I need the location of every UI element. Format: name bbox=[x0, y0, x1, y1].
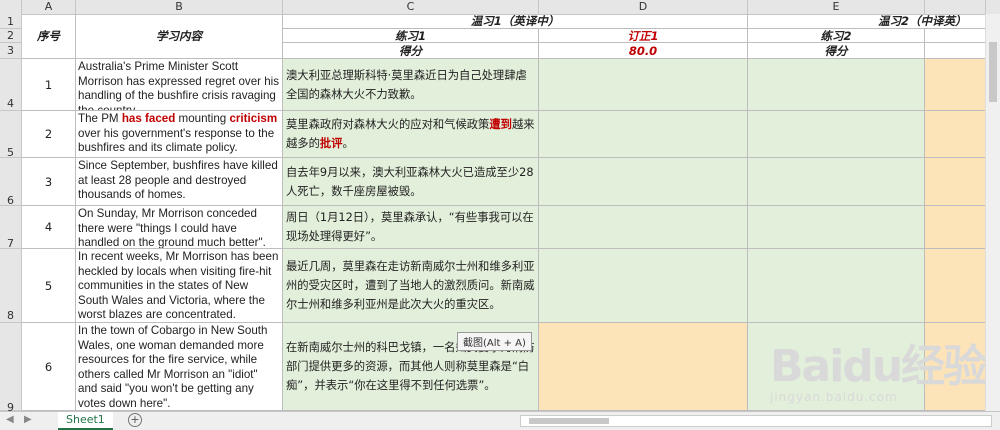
row-header-2[interactable]: 2 bbox=[0, 29, 22, 43]
english-sentence[interactable]: Since September, bushfires have killed a… bbox=[76, 158, 283, 206]
vertical-scrollbar[interactable] bbox=[985, 14, 1000, 411]
practice2-cell[interactable] bbox=[748, 206, 925, 249]
seq-cell[interactable]: 4 bbox=[22, 206, 76, 249]
score1-label[interactable]: 得分 bbox=[283, 43, 539, 59]
horizontal-scrollbar[interactable] bbox=[520, 415, 992, 427]
spreadsheet-grid: A B C D E 1 2 3 4 5 6 7 8 9 序号 学习内容 温习1（… bbox=[0, 0, 1000, 411]
practice1-header[interactable]: 练习1 bbox=[283, 29, 539, 43]
scroll-tabs-right-icon[interactable]: ▶ bbox=[24, 414, 32, 425]
correction-cell[interactable] bbox=[539, 323, 748, 411]
chinese-translation[interactable]: 澳大利亚总理斯科特·莫里森近日为自己处理肆虐全国的森林大火不力致歉。 bbox=[283, 59, 539, 111]
col-header-e[interactable]: E bbox=[748, 0, 925, 14]
row-header-7[interactable]: 7 bbox=[0, 206, 22, 250]
seq-cell[interactable]: 6 bbox=[22, 323, 76, 411]
add-sheet-icon[interactable]: + bbox=[128, 413, 142, 427]
practice2-header[interactable]: 练习2 bbox=[748, 29, 925, 43]
practice2-cell[interactable] bbox=[748, 111, 925, 158]
col-header-b[interactable]: B bbox=[76, 0, 283, 14]
col-header-c[interactable]: C bbox=[283, 0, 539, 14]
seq-cell[interactable]: 2 bbox=[22, 111, 76, 158]
scroll-thumb[interactable] bbox=[989, 42, 997, 102]
correction1-header[interactable]: 订正1 bbox=[539, 29, 748, 43]
chinese-translation[interactable]: 自去年9月以来，澳大利亚森林大火已造成至少28人死亡，数千座房屋被毁。 bbox=[283, 158, 539, 206]
practice2-cell[interactable] bbox=[748, 249, 925, 323]
correction-cell[interactable] bbox=[539, 206, 748, 249]
scroll-tabs-left-icon[interactable]: ◀ bbox=[6, 414, 14, 425]
scroll-thumb[interactable] bbox=[529, 418, 609, 424]
text-run: over his government's response to the bu… bbox=[78, 126, 275, 155]
seq-cell[interactable]: 3 bbox=[22, 158, 76, 206]
row-header-8[interactable]: 8 bbox=[0, 249, 22, 323]
seq-cell[interactable]: 5 bbox=[22, 249, 76, 323]
sheet-tab-bar: ◀ ▶ Sheet1 + bbox=[0, 411, 1000, 430]
text-run: mounting bbox=[175, 112, 230, 125]
english-sentence[interactable]: The PM has faced mounting criticism over… bbox=[76, 111, 283, 158]
group1-title[interactable]: 温习1（英译中） bbox=[283, 14, 748, 29]
row-header-6[interactable]: 6 bbox=[0, 158, 22, 207]
practice2-cell[interactable] bbox=[748, 158, 925, 206]
score2-label[interactable]: 得分 bbox=[748, 43, 925, 59]
correction-cell[interactable] bbox=[539, 158, 748, 206]
row-header-5[interactable]: 5 bbox=[0, 111, 22, 159]
row-header-1[interactable]: 1 bbox=[0, 14, 22, 29]
seq-cell[interactable]: 1 bbox=[22, 59, 76, 111]
row-header-9[interactable]: 9 bbox=[0, 323, 22, 411]
seq-header[interactable]: 序号 bbox=[22, 14, 76, 59]
highlighted-word: 批评 bbox=[319, 137, 343, 150]
score1-value[interactable]: 80.0 bbox=[539, 43, 748, 59]
sheet-tab-sheet1[interactable]: Sheet1 bbox=[58, 412, 113, 430]
english-sentence[interactable]: Australia's Prime Minister Scott Morriso… bbox=[76, 59, 283, 111]
correction-cell[interactable] bbox=[539, 59, 748, 111]
chinese-translation[interactable]: 周日（1月12日），莫里森承认，“有些事我可以在现场处理得更好”。 bbox=[283, 206, 539, 249]
english-sentence[interactable]: In the town of Cobargo in New South Wale… bbox=[76, 323, 283, 411]
highlighted-phrase: 遭到 bbox=[489, 118, 512, 131]
select-all-corner[interactable] bbox=[0, 0, 22, 14]
correction-cell[interactable] bbox=[539, 111, 748, 158]
chinese-translation[interactable]: 最近几周，莫里森在走访新南威尔士州和维多利亚州的受灾区时，遭到了当地人的激烈质问… bbox=[283, 249, 539, 323]
highlighted-word: criticism bbox=[229, 112, 278, 125]
content-header[interactable]: 学习内容 bbox=[76, 14, 283, 59]
practice2-cell[interactable] bbox=[748, 59, 925, 111]
highlighted-phrase: has faced bbox=[121, 112, 176, 125]
row-header-3[interactable]: 3 bbox=[0, 43, 22, 59]
column-headers: A B C D E bbox=[0, 0, 1000, 15]
text-run: 。 bbox=[342, 137, 354, 150]
col-header-a[interactable]: A bbox=[22, 0, 76, 14]
text-run: The PM bbox=[78, 112, 122, 125]
col-header-f[interactable] bbox=[925, 0, 986, 14]
baidu-watermark: Baidu经验 jingyan.baidu.com bbox=[770, 330, 987, 404]
text-run: 莫里森政府对森林大火的应对和气候政策 bbox=[286, 118, 490, 131]
english-sentence[interactable]: In recent weeks, Mr Morrison has been he… bbox=[76, 249, 283, 323]
watermark-brand: Baidu经验 bbox=[770, 341, 987, 392]
col-header-d[interactable]: D bbox=[539, 0, 748, 14]
chinese-translation[interactable]: 莫里森政府对森林大火的应对和气候政策遭到越来越多的批评。 bbox=[283, 111, 539, 158]
row-header-4[interactable]: 4 bbox=[0, 59, 22, 111]
correction-cell[interactable] bbox=[539, 249, 748, 323]
group2-title[interactable]: 温习2（中译英） bbox=[748, 14, 1000, 29]
screenshot-tooltip: 截图(Alt + A) bbox=[457, 332, 532, 351]
english-sentence[interactable]: On Sunday, Mr Morrison conceded there we… bbox=[76, 206, 283, 249]
